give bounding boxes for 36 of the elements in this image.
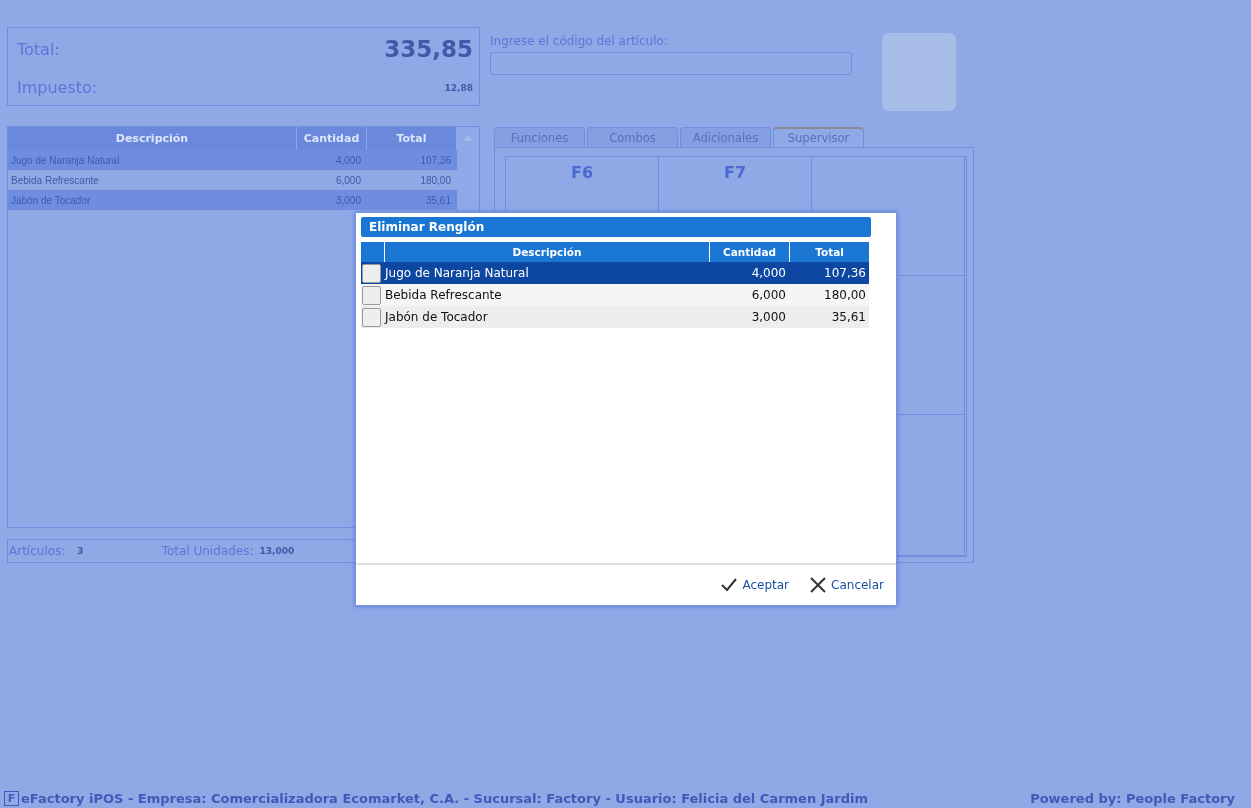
dialog-row[interactable]: Jugo de Naranja Natural 4,000 107,36: [361, 262, 869, 284]
row-checkbox[interactable]: [362, 285, 381, 305]
tab[interactable]: Supervisor: [773, 127, 864, 147]
table-cell-text: Bebida Refrescante: [10, 174, 100, 186]
table-row[interactable]: Bebida Refrescante 6,000 180,00: [8, 170, 457, 190]
units-count: 13,000: [259, 546, 295, 556]
table-cell-text: 6,000: [750, 288, 787, 302]
table-cell-text: 107,36: [823, 266, 867, 280]
row-checkbox[interactable]: [362, 307, 381, 327]
row-checkbox[interactable]: [362, 263, 381, 283]
table-cell-text: 180,00: [823, 288, 867, 302]
table-cell-text: Jabón de Tocador: [384, 310, 489, 324]
logo-icon: F: [4, 791, 19, 806]
dialog-title: Eliminar Renglón: [361, 217, 871, 237]
cancel-button[interactable]: Cancelar: [809, 576, 884, 594]
total-value: 335,85: [384, 36, 473, 62]
code-input-field[interactable]: [490, 52, 852, 75]
table-cell-text: 107,36: [419, 154, 452, 166]
scroll-up-icon[interactable]: [463, 135, 473, 141]
table-cell-text: 3,000: [750, 310, 787, 324]
articles-count: 3: [77, 546, 84, 556]
dialog-row[interactable]: Jabón de Tocador 3,000 35,61: [361, 306, 869, 328]
close-icon: [809, 576, 828, 594]
table-cell-text: 6,000: [334, 174, 362, 186]
table-cell-text: 4,000: [750, 266, 787, 280]
tax-value: 12,88: [444, 82, 473, 93]
dialog-row[interactable]: Bebida Refrescante 6,000 180,00: [361, 284, 869, 306]
powered-by-text: Powered by: People Factory: [1030, 791, 1235, 806]
accept-button[interactable]: Aceptar: [720, 576, 790, 594]
table-cell-text: Jugo de Naranja Natural: [384, 266, 530, 280]
table-cell-text: 180,00: [419, 174, 452, 186]
table-cell-text: Bebida Refrescante: [384, 288, 503, 302]
status-text: eFactory iPOS - Empresa: Comercializadora Ecomarket, C.A. - Sucursal: Factory - Usuario: Felicia del Carmen Jardim: [21, 791, 869, 806]
check-icon: [720, 576, 739, 594]
table-cell-text: 35,61: [830, 310, 867, 324]
table-cell-text: 4,000: [334, 154, 362, 166]
